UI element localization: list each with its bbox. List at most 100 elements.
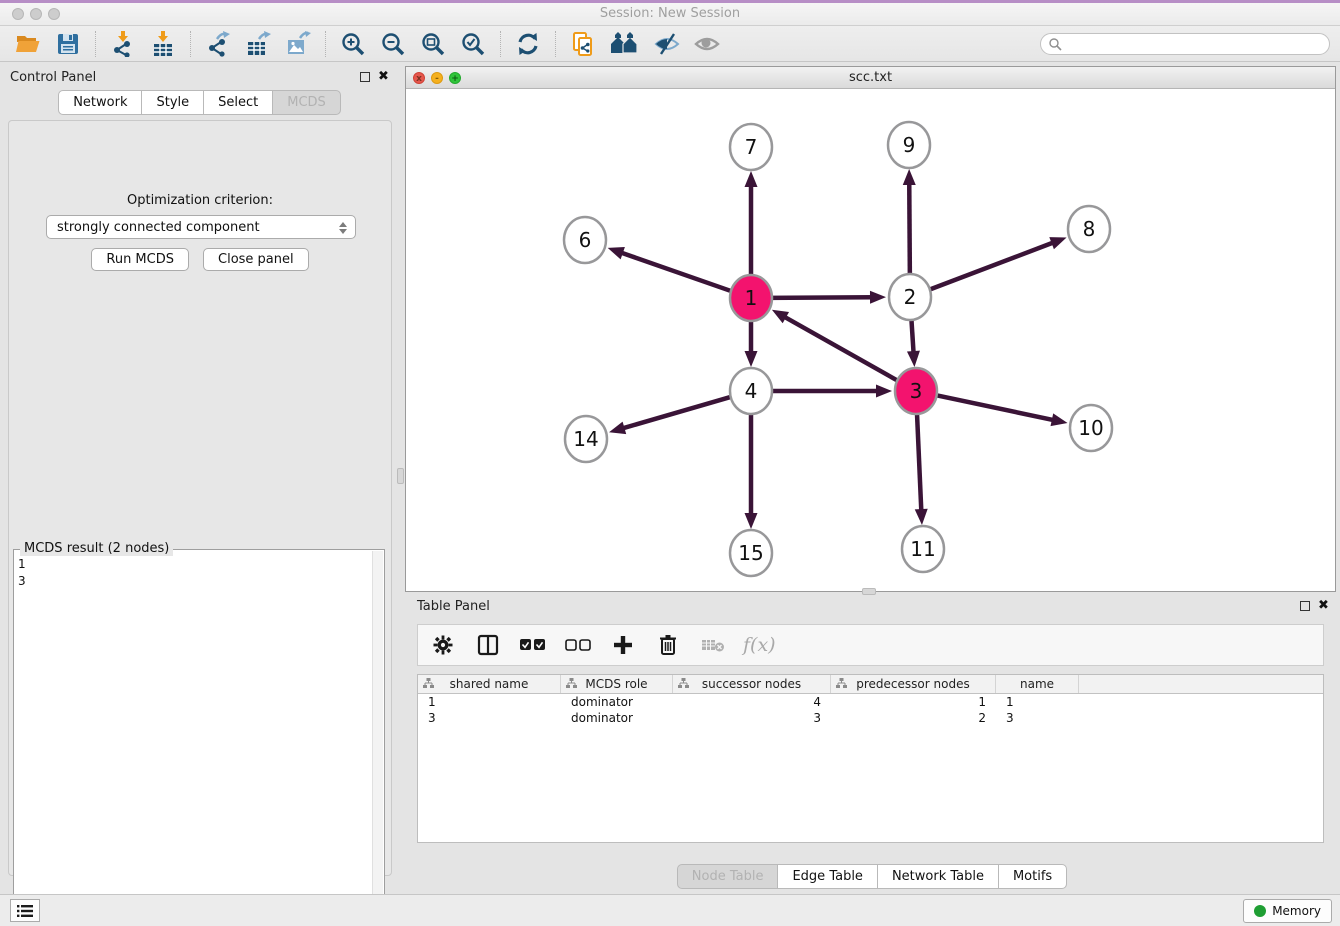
- edge-3-10[interactable]: [934, 395, 1056, 421]
- control-panel-tabs: NetworkStyleSelectMCDS: [0, 90, 400, 115]
- edge-3-1[interactable]: [782, 316, 900, 382]
- node-label-8: 8: [1083, 217, 1096, 241]
- tab-select[interactable]: Select: [203, 90, 273, 115]
- table-toolbar: f(x): [417, 624, 1324, 666]
- first-neighbors-icon[interactable]: [608, 29, 642, 59]
- tab-node-table[interactable]: Node Table: [677, 864, 779, 889]
- cell-predecessor-nodes[interactable]: 2: [831, 710, 996, 726]
- cell-shared-name[interactable]: 1: [418, 694, 561, 710]
- control-panel: Control Panel ✖ NetworkStyleSelectMCDS O…: [0, 66, 400, 882]
- save-session-icon[interactable]: [53, 29, 83, 59]
- edge-arrowhead: [745, 351, 758, 367]
- column-header-name[interactable]: name: [996, 675, 1079, 693]
- node-label-3: 3: [910, 379, 923, 403]
- import-network-icon[interactable]: [108, 29, 138, 59]
- delete-column-icon[interactable]: [653, 630, 683, 660]
- edge-1-6[interactable]: [619, 252, 734, 292]
- cell-predecessor-nodes[interactable]: 1: [831, 694, 996, 710]
- zoom-fit-icon[interactable]: [418, 29, 448, 59]
- cell-name[interactable]: 3: [996, 710, 1079, 726]
- titlebar-accent: [0, 0, 1340, 3]
- search-icon: [1048, 37, 1062, 51]
- float-table-panel-icon[interactable]: [1300, 601, 1310, 611]
- mcds-result-text[interactable]: 1 3: [18, 556, 370, 922]
- export-network-icon[interactable]: [203, 29, 233, 59]
- network-window-title: scc.txt: [406, 70, 1335, 85]
- cell-successor-nodes[interactable]: 4: [673, 694, 831, 710]
- memory-status-icon: [1254, 905, 1266, 917]
- tab-style[interactable]: Style: [141, 90, 204, 115]
- cell-MCDS-role[interactable]: dominator: [561, 710, 673, 726]
- task-history-button[interactable]: [10, 899, 40, 922]
- optimization-criterion-label: Optimization criterion:: [9, 193, 391, 208]
- edge-3-11[interactable]: [917, 409, 922, 513]
- dropdown-stepper-icon: [337, 220, 349, 236]
- table-panel-title: Table Panel: [417, 599, 490, 614]
- edge-1-2[interactable]: [769, 297, 874, 298]
- refresh-icon[interactable]: [513, 29, 543, 59]
- cell-MCDS-role[interactable]: dominator: [561, 694, 673, 710]
- node-label-4: 4: [745, 379, 758, 403]
- zoom-selected-icon[interactable]: [458, 29, 488, 59]
- edge-2-9[interactable]: [909, 181, 910, 279]
- hide-selected-icon[interactable]: [652, 29, 682, 59]
- edge-2-8[interactable]: [927, 242, 1056, 291]
- tab-mcds[interactable]: MCDS: [272, 90, 341, 115]
- split-pane-icon[interactable]: [473, 630, 503, 660]
- column-header-successor-nodes[interactable]: successor nodes: [673, 675, 831, 693]
- delete-table-icon: [698, 630, 728, 660]
- network-window-titlebar[interactable]: x - + scc.txt: [406, 67, 1335, 89]
- memory-button[interactable]: Memory: [1243, 899, 1332, 923]
- run-mcds-button[interactable]: Run MCDS: [91, 248, 189, 271]
- export-image-icon[interactable]: [283, 29, 313, 59]
- column-header-MCDS-role[interactable]: MCDS role: [561, 675, 673, 693]
- result-scrollbar[interactable]: [372, 551, 383, 925]
- cell-name[interactable]: 1: [996, 694, 1079, 710]
- column-header-shared-name[interactable]: shared name: [418, 675, 561, 693]
- toolbar-separator: [325, 31, 326, 57]
- open-session-icon[interactable]: [13, 29, 43, 59]
- tab-edge-table[interactable]: Edge Table: [777, 864, 877, 889]
- toolbar-separator: [190, 31, 191, 57]
- tab-network-table[interactable]: Network Table: [877, 864, 999, 889]
- search-box[interactable]: [1040, 33, 1330, 55]
- control-panel-title: Control Panel: [10, 70, 96, 85]
- tab-network[interactable]: Network: [58, 90, 142, 115]
- edge-arrowhead: [745, 513, 758, 529]
- node-label-11: 11: [910, 537, 935, 561]
- close-panel-icon[interactable]: ✖: [378, 69, 389, 84]
- mcds-tab-content: Optimization criterion: strongly connect…: [8, 120, 392, 876]
- edge-arrowhead: [876, 385, 892, 398]
- close-table-panel-icon[interactable]: ✖: [1318, 598, 1329, 613]
- cell-successor-nodes[interactable]: 3: [673, 710, 831, 726]
- close-panel-button[interactable]: Close panel: [203, 248, 309, 271]
- column-header-predecessor-nodes[interactable]: predecessor nodes: [831, 675, 996, 693]
- status-bar: Memory: [0, 894, 1340, 926]
- deselect-all-icon[interactable]: [563, 630, 593, 660]
- edge-arrowhead: [907, 351, 920, 367]
- export-table-icon[interactable]: [243, 29, 273, 59]
- table-row[interactable]: 1dominator411: [418, 694, 1323, 710]
- node-label-2: 2: [904, 285, 917, 309]
- mcds-result-title: MCDS result (2 nodes): [20, 541, 173, 556]
- show-all-icon: [692, 29, 722, 59]
- network-canvas[interactable]: 1234678910111415: [406, 89, 1335, 591]
- node-label-7: 7: [745, 135, 758, 159]
- search-input[interactable]: [1062, 35, 1329, 53]
- zoom-out-icon[interactable]: [378, 29, 408, 59]
- criterion-dropdown[interactable]: strongly connected component: [46, 215, 356, 239]
- gear-icon[interactable]: [428, 630, 458, 660]
- clone-network-icon[interactable]: [568, 29, 598, 59]
- import-table-icon[interactable]: [148, 29, 178, 59]
- cell-shared-name[interactable]: 3: [418, 710, 561, 726]
- table-row[interactable]: 3dominator323: [418, 710, 1323, 726]
- tab-motifs[interactable]: Motifs: [998, 864, 1067, 889]
- select-all-icon[interactable]: [518, 630, 548, 660]
- vertical-splitter-handle[interactable]: [397, 468, 404, 484]
- add-column-icon[interactable]: [608, 630, 638, 660]
- zoom-in-icon[interactable]: [338, 29, 368, 59]
- node-label-15: 15: [738, 541, 763, 565]
- float-panel-icon[interactable]: [360, 72, 370, 82]
- edge-4-14[interactable]: [621, 396, 734, 429]
- horizontal-splitter-handle[interactable]: [862, 588, 876, 595]
